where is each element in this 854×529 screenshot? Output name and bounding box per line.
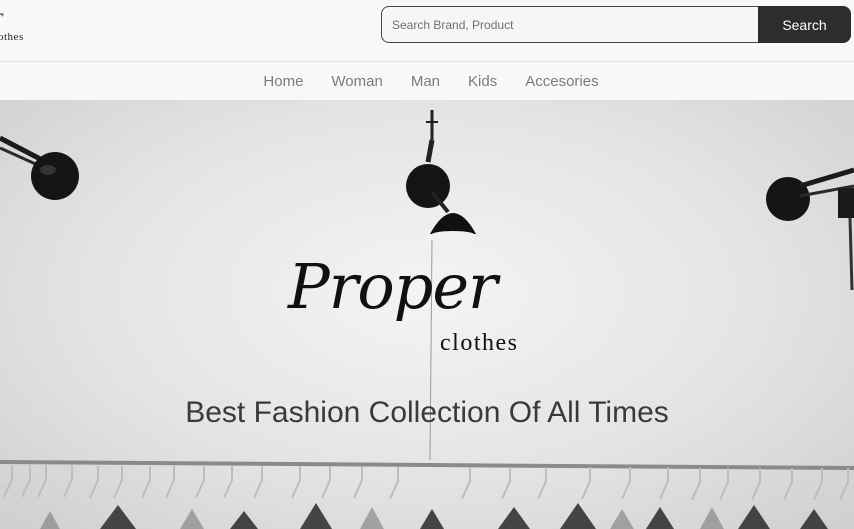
- main-nav: Home Woman Man Kids Accesories: [0, 63, 854, 100]
- clothing-rail-illustration: [0, 460, 854, 529]
- nav-link-home[interactable]: Home: [249, 73, 317, 90]
- nav-link-kids[interactable]: Kids: [454, 73, 511, 90]
- nav-link-man[interactable]: Man: [397, 73, 454, 90]
- hero-tagline: Best Fashion Collection Of All Times: [185, 396, 669, 429]
- hero-brand-script: Proper: [288, 250, 498, 323]
- search-input[interactable]: [381, 6, 758, 43]
- hero-banner: Proper clothes Best Fashion Collection O…: [0, 100, 854, 529]
- site-header: er othes Search: [0, 0, 854, 62]
- nav-link-accesories[interactable]: Accesories: [511, 73, 612, 90]
- logo-script-text: er: [0, 6, 3, 31]
- hero-brand-sub: clothes: [440, 330, 519, 356]
- right-lamp-illustration: [766, 167, 854, 291]
- nav-link-woman[interactable]: Woman: [317, 73, 396, 90]
- site-logo[interactable]: er othes: [0, 6, 40, 46]
- search-button[interactable]: Search: [758, 6, 851, 43]
- left-lamp-illustration: [0, 135, 79, 200]
- logo-sub-text: othes: [0, 31, 24, 43]
- search-form: Search: [381, 6, 851, 43]
